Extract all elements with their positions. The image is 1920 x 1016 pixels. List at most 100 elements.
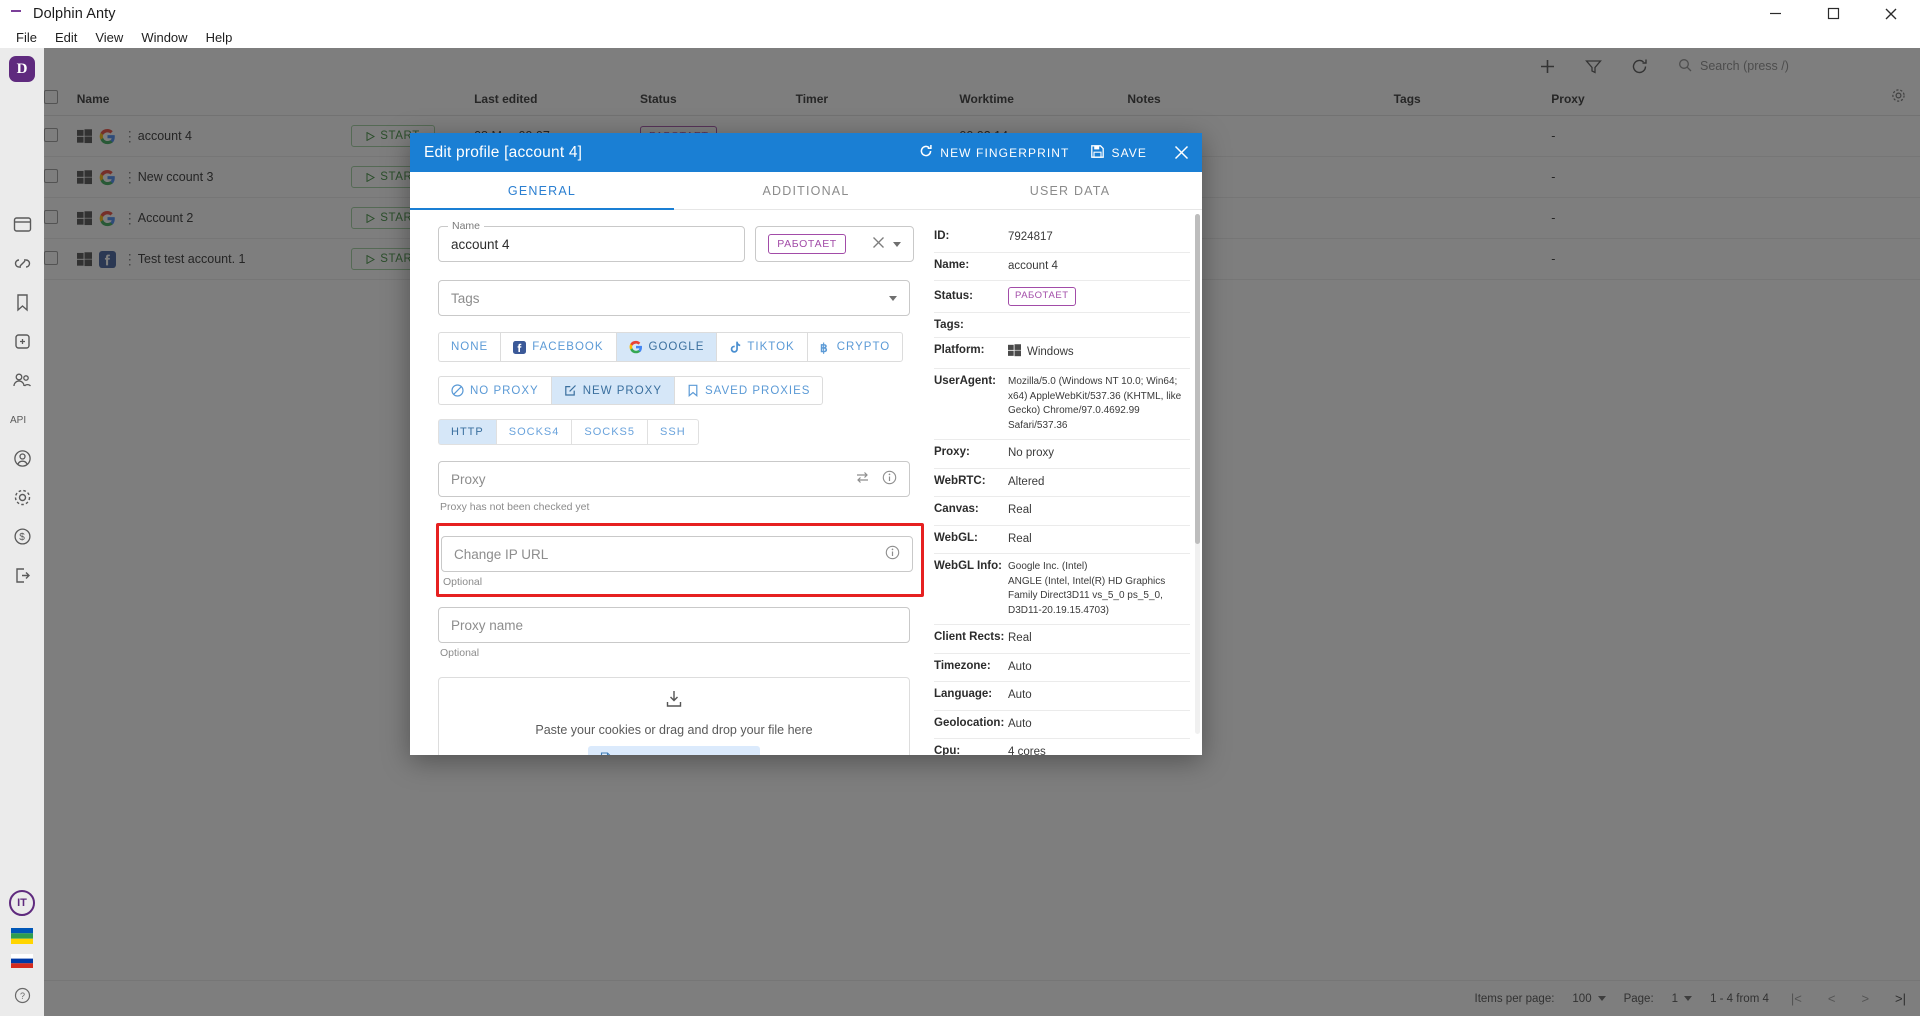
profile-name-input[interactable]: Name account 4 bbox=[438, 226, 745, 262]
info-row: Language:Auto bbox=[934, 682, 1190, 711]
chevron-down-icon[interactable] bbox=[893, 242, 901, 247]
info-row: Cpu:4 cores bbox=[934, 739, 1190, 755]
protocol-ssh[interactable]: SSH bbox=[647, 419, 699, 445]
proxy-mode-saved-proxies[interactable]: SAVED PROXIES bbox=[674, 376, 823, 405]
platform-chip-google[interactable]: GOOGLE bbox=[616, 332, 717, 362]
close-button[interactable] bbox=[1862, 0, 1920, 27]
protocol-http[interactable]: HTTP bbox=[438, 419, 496, 445]
info-value: 4 cores bbox=[1008, 746, 1046, 755]
status-select[interactable]: РАБОТАЕТ bbox=[755, 226, 914, 262]
link-icon[interactable] bbox=[7, 248, 37, 278]
bookmark-icon bbox=[687, 384, 699, 397]
info-key: Status: bbox=[934, 290, 1008, 302]
modal-body: Name account 4 РАБОТАЕТ Tags bbox=[410, 210, 1202, 755]
tags-select[interactable]: Tags bbox=[438, 280, 910, 316]
tab-user-data[interactable]: USER DATA bbox=[938, 172, 1202, 209]
tab-additional[interactable]: ADDITIONAL bbox=[674, 172, 938, 209]
info-icon[interactable] bbox=[882, 470, 897, 488]
minimize-button[interactable] bbox=[1746, 0, 1804, 27]
menu-window[interactable]: Window bbox=[132, 27, 196, 48]
change-ip-url-input[interactable]: Change IP URL bbox=[441, 536, 913, 572]
modal-tabs: GENERAL ADDITIONAL USER DATA bbox=[410, 172, 1202, 210]
app-title: Dolphin Anty bbox=[33, 6, 116, 22]
menu-view[interactable]: View bbox=[86, 27, 132, 48]
avatar[interactable]: IT bbox=[9, 890, 35, 916]
status-chip: РАБОТАЕТ bbox=[768, 234, 846, 254]
flag-red-icon[interactable] bbox=[11, 954, 33, 968]
app-window: Dolphin Anty File Edit View Window Help … bbox=[0, 0, 1920, 1016]
cookies-from-file-label: COOKIES FROM FILE bbox=[619, 754, 748, 756]
tiktok-icon bbox=[729, 341, 741, 354]
bookmark-icon[interactable] bbox=[7, 287, 37, 317]
info-value: No proxy bbox=[1008, 447, 1054, 459]
close-icon[interactable] bbox=[872, 236, 885, 252]
settings-gear-icon[interactable] bbox=[7, 482, 37, 512]
team-icon[interactable] bbox=[7, 365, 37, 395]
info-row: WebRTC:Altered bbox=[934, 469, 1190, 498]
chip-label: TIKTOK bbox=[747, 341, 794, 353]
app-logo-icon[interactable]: D bbox=[9, 56, 35, 82]
info-key: Timezone: bbox=[934, 660, 1008, 676]
info-value: Auto bbox=[1008, 689, 1032, 701]
logout-icon[interactable] bbox=[7, 560, 37, 590]
info-row: Status:РАБОТАЕТ bbox=[934, 281, 1190, 313]
user-circle-icon[interactable] bbox=[7, 443, 37, 473]
info-key: WebGL: bbox=[934, 532, 1008, 548]
pricing-icon[interactable]: $ bbox=[7, 521, 37, 551]
fingerprint-info-panel: ID:7924817Name:account 4Status:РАБОТАЕТT… bbox=[928, 210, 1202, 755]
info-key: Client Rects: bbox=[934, 631, 1008, 647]
cookies-dropzone[interactable]: Paste your cookies or drag and drop your… bbox=[438, 677, 910, 755]
new-fingerprint-button[interactable]: NEW FINGERPRINT bbox=[919, 144, 1069, 161]
info-icon[interactable] bbox=[885, 545, 900, 563]
new-fingerprint-label: NEW FINGERPRINT bbox=[940, 146, 1069, 160]
info-row: Geolocation:Auto bbox=[934, 711, 1190, 740]
change-ip-url-placeholder: Change IP URL bbox=[454, 547, 548, 562]
info-row: Timezone:Auto bbox=[934, 654, 1190, 683]
profile-name-value: account 4 bbox=[451, 237, 510, 252]
tab-general[interactable]: GENERAL bbox=[410, 172, 674, 209]
close-icon[interactable] bbox=[1169, 144, 1190, 161]
info-row: ID:7924817 bbox=[934, 224, 1190, 253]
save-label: SAVE bbox=[1111, 146, 1147, 160]
protocol-socks4[interactable]: SOCKS4 bbox=[496, 419, 572, 445]
protocol-socks5[interactable]: SOCKS5 bbox=[571, 419, 647, 445]
menu-bar: File Edit View Window Help bbox=[0, 27, 1920, 48]
no-entry-icon bbox=[451, 384, 464, 397]
api-icon[interactable]: API bbox=[7, 404, 37, 434]
info-value: Altered bbox=[1008, 476, 1044, 488]
platform-chip-none[interactable]: NONE bbox=[438, 332, 500, 362]
proxy-input[interactable]: Proxy bbox=[438, 461, 910, 497]
help-icon[interactable]: ? bbox=[9, 982, 35, 1008]
swap-icon[interactable] bbox=[855, 470, 870, 488]
google-icon bbox=[629, 340, 643, 354]
menu-edit[interactable]: Edit bbox=[46, 27, 86, 48]
proxy-name-input[interactable]: Proxy name bbox=[438, 607, 910, 643]
cookies-from-file-button[interactable]: COOKIES FROM FILE bbox=[588, 746, 760, 756]
proxy-name-hint: Optional bbox=[440, 647, 914, 659]
save-button[interactable]: SAVE bbox=[1091, 145, 1147, 161]
chevron-down-icon[interactable] bbox=[889, 296, 897, 301]
proxy-mode-no-proxy[interactable]: NO PROXY bbox=[438, 376, 551, 405]
svg-text:฿: ฿ bbox=[820, 341, 829, 354]
menu-file[interactable]: File bbox=[7, 27, 46, 48]
info-row: Tags: bbox=[934, 313, 1190, 338]
maximize-button[interactable] bbox=[1804, 0, 1862, 27]
facebook-icon bbox=[513, 341, 526, 354]
proxy-hint: Proxy has not been checked yet bbox=[440, 501, 914, 513]
info-key: UserAgent: bbox=[934, 375, 1008, 433]
platform-chip-facebook[interactable]: FACEBOOK bbox=[500, 332, 615, 362]
menu-help[interactable]: Help bbox=[197, 27, 242, 48]
platform-chip-tiktok[interactable]: TIKTOK bbox=[716, 332, 806, 362]
info-value: Windows bbox=[1027, 345, 1074, 361]
info-value: Real bbox=[1008, 504, 1032, 516]
floppy-disk-icon bbox=[1091, 145, 1104, 161]
browser-profiles-icon[interactable] bbox=[7, 209, 37, 239]
modal-scrollbar-thumb[interactable] bbox=[1195, 214, 1200, 544]
window-title-bar: Dolphin Anty bbox=[0, 0, 1920, 27]
proxy-mode-new-proxy[interactable]: NEW PROXY bbox=[551, 376, 674, 405]
flag-green-icon[interactable] bbox=[11, 928, 33, 944]
modal-title: Edit profile [account 4] bbox=[424, 144, 582, 162]
extensions-icon[interactable] bbox=[7, 326, 37, 356]
platform-chip-crypto[interactable]: ฿ CRYPTO bbox=[807, 332, 904, 362]
info-key: Canvas: bbox=[934, 503, 1008, 519]
